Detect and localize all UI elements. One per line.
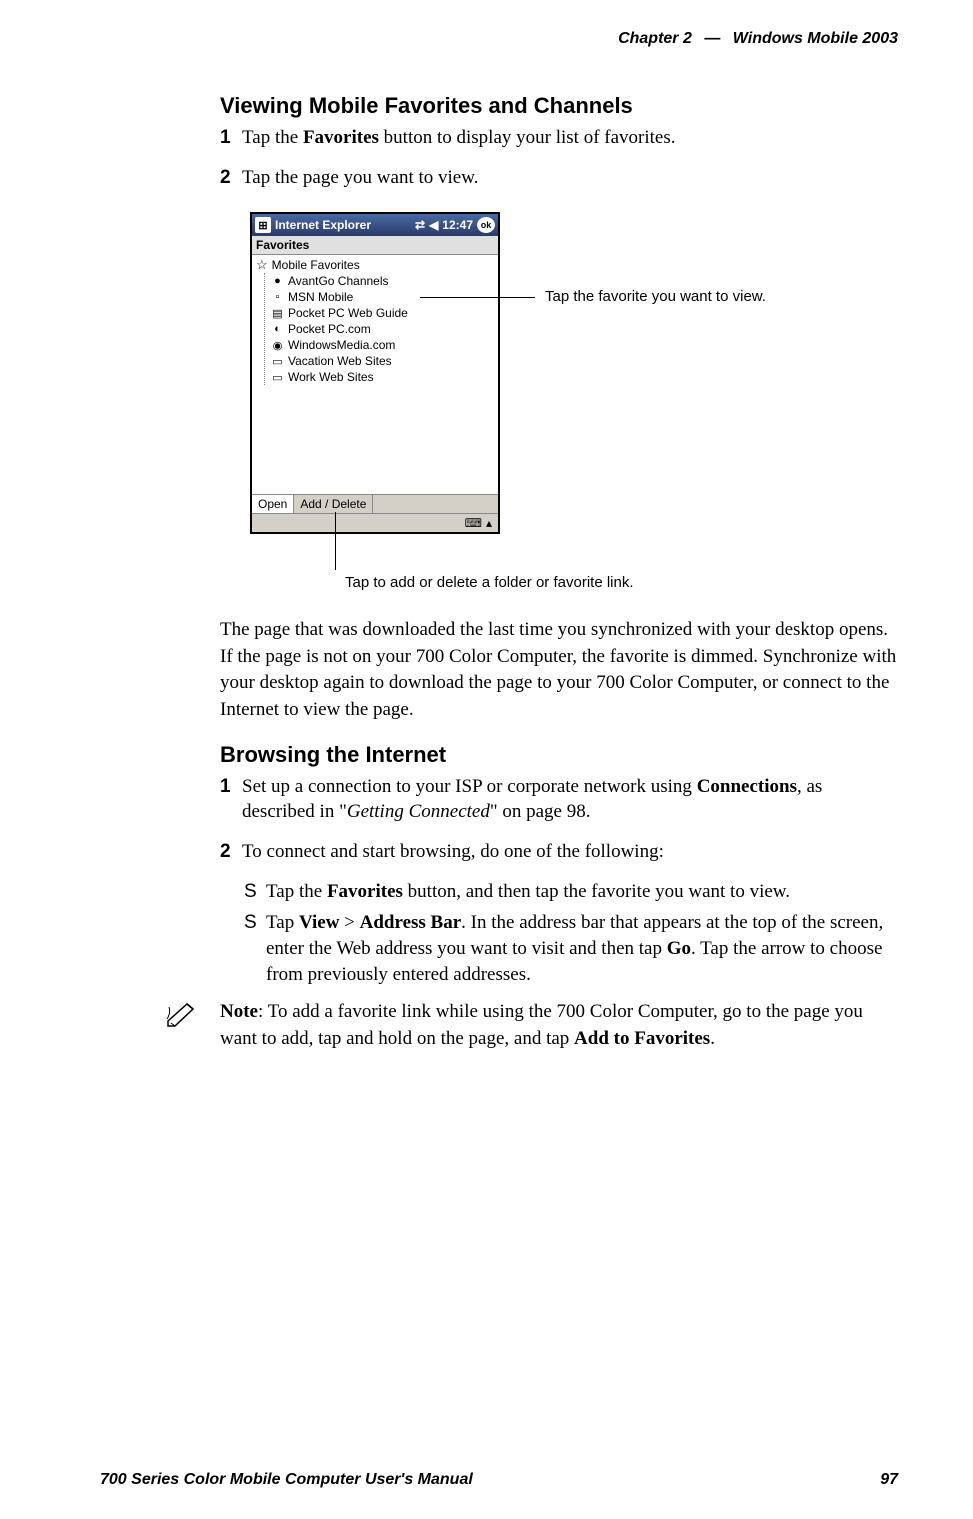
tree-item-avantgo[interactable]: ● AvantGo Channels (271, 273, 494, 289)
media-icon: ◉ (271, 339, 284, 352)
step-number: 2 (220, 839, 242, 865)
tree-item-winmedia[interactable]: ◉ WindowsMedia.com (271, 337, 494, 353)
tab-add-delete[interactable]: Add / Delete (294, 495, 373, 513)
text: button to display your list of favorites… (379, 127, 676, 148)
text: " on page 98. (490, 801, 591, 822)
tree-item-label: Pocket PC Web Guide (288, 306, 408, 320)
bold-favorites: Favorites (303, 127, 379, 148)
step-text: To connect and start browsing, do one of… (242, 839, 898, 865)
favorites-header: Favorites (252, 236, 498, 255)
folder-icon: ▭ (271, 371, 284, 384)
viewing-steps: 1 Tap the Favorites button to display yo… (220, 125, 898, 190)
star-icon: ☆ (256, 257, 268, 273)
tree-item-webguide[interactable]: ▤ Pocket PC Web Guide (271, 305, 494, 321)
pocketpc-device-screenshot: ⊞ Internet Explorer ⇄ ◀ 12:47 ok Favorit… (250, 212, 500, 534)
tree-item-work[interactable]: ▭ Work Web Sites (271, 369, 494, 385)
device-bottom-bar: ⌨ ▴ (252, 513, 498, 532)
tree-item-label: Pocket PC.com (288, 322, 371, 336)
section-viewing-title: Viewing Mobile Favorites and Channels (220, 93, 898, 119)
text: . (710, 1028, 715, 1049)
text: Tap the (242, 127, 303, 148)
step-text: Tap the Favorites button to display your… (242, 125, 898, 151)
step-number: 1 (220, 774, 242, 825)
tree-item-pocketpc[interactable]: ◐ Pocket PC.com (271, 321, 494, 337)
tree-item-label: Vacation Web Sites (288, 354, 392, 368)
viewing-step-1: 1 Tap the Favorites button to display yo… (220, 125, 898, 151)
callout-1-text: Tap the favorite you want to view. (545, 288, 766, 307)
bullet-text: Tap the Favorites button, and then tap t… (266, 879, 898, 905)
globe-icon: ◐ (271, 323, 284, 335)
tree-children: ● AvantGo Channels ▫ MSN Mobile ▤ Pocket PC… (264, 273, 494, 385)
tree-root[interactable]: ☆ Mobile Favorites (256, 257, 494, 273)
link-icon: ▫ (271, 291, 284, 303)
globe-icon: ● (271, 275, 284, 287)
note-block: Note: To add a favorite link while using… (220, 999, 898, 1052)
main-content: Viewing Mobile Favorites and Channels 1 … (220, 93, 898, 1052)
page-footer: 700 Series Color Mobile Computer User's … (100, 1471, 898, 1489)
step-text: Tap the page you want to view. (242, 165, 898, 191)
device-tabs: Open Add / Delete (252, 494, 498, 513)
header-dash: — (696, 30, 728, 47)
titlebar-time: 12:47 (442, 218, 473, 232)
text: Tap (266, 912, 299, 933)
text: button, and then tap the favorite you wa… (403, 881, 790, 902)
note-text: Note: To add a favorite link while using… (220, 999, 898, 1052)
start-flag-icon[interactable]: ⊞ (255, 217, 271, 233)
italic-getting-connected: Getting Connected (347, 801, 490, 822)
chapter-label: Chapter (618, 30, 678, 47)
tab-open[interactable]: Open (252, 495, 294, 513)
tree-item-vacation[interactable]: ▭ Vacation Web Sites (271, 353, 494, 369)
titlebar-app-name: Internet Explorer (275, 218, 371, 232)
browsing-step-2: 2 To connect and start browsing, do one … (220, 839, 898, 865)
browsing-step-1: 1 Set up a connection to your ISP or cor… (220, 774, 898, 825)
step-number: 1 (220, 125, 242, 151)
bold-connections: Connections (697, 776, 797, 797)
tree-item-label: MSN Mobile (288, 290, 353, 304)
footer-manual-title: 700 Series Color Mobile Computer User's … (100, 1471, 473, 1489)
bold-view: View (299, 912, 339, 933)
note-label: Note (220, 1001, 258, 1022)
keyboard-icon[interactable]: ⌨ (465, 516, 482, 530)
folder-icon: ▭ (271, 355, 284, 368)
text: > (339, 912, 359, 933)
text: Set up a connection to your ISP or corpo… (242, 776, 697, 797)
step-number: 2 (220, 165, 242, 191)
bold-favorites: Favorites (327, 881, 403, 902)
footer-page-number: 97 (880, 1471, 898, 1489)
chapter-number: 2 (683, 30, 692, 47)
tree-item-label: AvantGo Channels (288, 274, 389, 288)
step-text: Set up a connection to your ISP or corpo… (242, 774, 898, 825)
tree-root-label: Mobile Favorites (272, 258, 360, 272)
tree-item-label: Work Web Sites (288, 370, 374, 384)
after-figure-paragraph: The page that was downloaded the last ti… (220, 617, 898, 723)
bold-go: Go (667, 938, 691, 959)
arrow-up-icon[interactable]: ▴ (486, 516, 492, 530)
bold-address-bar: Address Bar (360, 912, 462, 933)
bullet-text: Tap View > Address Bar. In the address b… (266, 910, 898, 987)
note-pencil-icon (165, 999, 205, 1034)
callout-2-line (335, 512, 336, 570)
running-header: Chapter 2 — Windows Mobile 2003 (100, 30, 898, 48)
browsing-bullet-1: Tap the Favorites button, and then tap t… (244, 879, 898, 905)
device-titlebar: ⊞ Internet Explorer ⇄ ◀ 12:47 ok (252, 214, 498, 236)
ok-button[interactable]: ok (477, 217, 495, 233)
speaker-icon[interactable]: ◀ (429, 218, 438, 232)
favorites-tree: ☆ Mobile Favorites ● AvantGo Channels ▫ MS… (252, 255, 498, 494)
callout-1-line (420, 297, 535, 298)
browsing-bullet-2: Tap View > Address Bar. In the address b… (244, 910, 898, 987)
document-page: Chapter 2 — Windows Mobile 2003 Viewing … (0, 0, 973, 1519)
favorites-screenshot-figure: ⊞ Internet Explorer ⇄ ◀ 12:47 ok Favorit… (250, 212, 898, 602)
callout-2-text: Tap to add or delete a folder or favorit… (345, 574, 634, 593)
connectivity-icon[interactable]: ⇄ (415, 218, 425, 232)
header-product: Windows Mobile 2003 (733, 30, 898, 47)
page-icon: ▤ (271, 307, 284, 320)
text: Tap the (266, 881, 327, 902)
browsing-steps: 1 Set up a connection to your ISP or cor… (220, 774, 898, 865)
section-browsing-title: Browsing the Internet (220, 742, 898, 768)
viewing-step-2: 2 Tap the page you want to view. (220, 165, 898, 191)
bold-add-to-favorites: Add to Favorites (574, 1028, 710, 1049)
tree-item-label: WindowsMedia.com (288, 338, 395, 352)
text: : To add a favorite link while using the… (220, 1001, 863, 1049)
